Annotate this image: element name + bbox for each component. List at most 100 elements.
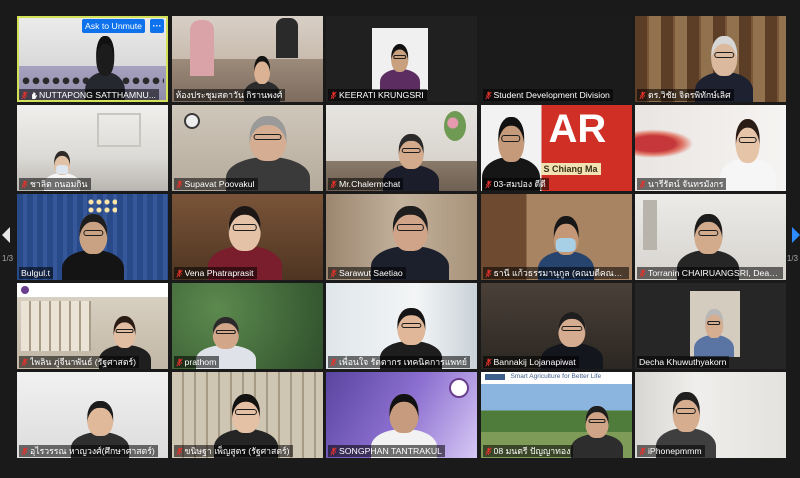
mic-off-icon: [175, 269, 183, 277]
participant-name-label: ชาลิต ถนอมกิน: [19, 178, 91, 190]
participant-head: [254, 56, 270, 84]
participant-head: [393, 206, 428, 252]
participant-tile[interactable]: Bulgul.t: [17, 194, 168, 280]
participant-tile[interactable]: ขนิษฐา เพ็ญสูตร (รัฐศาสตร์): [171, 372, 323, 458]
participant-tile[interactable]: Supavat Poovakul: [171, 105, 323, 191]
participant-name: prathom: [184, 357, 217, 367]
participant-head: [498, 117, 524, 163]
participant-tile[interactable]: ชาลิต ถนอมกิน: [17, 105, 168, 191]
participant-name: นารีรัตน์ จันทรมังกร: [648, 179, 724, 189]
participant-name-label: NUTTAPONG SATTHAMNU...: [19, 89, 159, 101]
participant-tile[interactable]: Mr.Chalermchat: [326, 105, 477, 191]
participant-name-label: Torranin CHAIRUANGSRI, Dean...: [637, 267, 783, 279]
mic-off-icon: [330, 91, 337, 99]
ask-to-unmute-button[interactable]: Ask to Unmute: [82, 19, 145, 33]
participant-name-label: iPhonepmmm: [637, 445, 705, 457]
mic-off-icon: [484, 358, 492, 366]
participant-figure: [719, 113, 776, 191]
participant-tile[interactable]: prathom: [171, 283, 323, 369]
background-sign-text: AR: [548, 107, 607, 151]
mic-off-icon: [175, 447, 183, 455]
participant-name: ขนิษฐา เพ็ญสูตร (รัฐศาสตร์): [184, 446, 290, 456]
participant-name-label: Bulgul.t: [19, 267, 53, 279]
participant-name: Supavat Poovakul: [184, 179, 255, 189]
participant-body: [62, 249, 125, 280]
participant-tile[interactable]: ธานี แก้วธรรมานุกูล (คณบดีคณพย...: [480, 194, 632, 280]
mic-off-icon: [484, 180, 492, 188]
participant-name: ห้องประชุมสดาวัน กิรานพงศ์: [175, 90, 283, 100]
participant-name: อุไรวรรณ หาญวงศ์(ศึกษาศาสตร์): [30, 446, 155, 456]
participant-tile[interactable]: ไพลิน ภู่จีนาพันธ์ (รัฐศาสตร์): [17, 283, 168, 369]
participant-name-label: Student Development Division: [482, 89, 613, 101]
chevron-left-icon[interactable]: [2, 227, 10, 243]
participant-name-label: ไพลิน ภู่จีนาพันธ์ (รัฐศาสตร์): [19, 356, 140, 368]
participant-tile[interactable]: Smart Agriculture for Better Life 08 มนตร…: [480, 372, 632, 458]
participant-tile[interactable]: ดร.วิชัย จิตรพิทักษ์เลิศ: [635, 16, 786, 102]
page-indicator-right: 1/3: [786, 254, 798, 263]
participant-name: Decha Khuwuthyakorn: [639, 357, 727, 367]
participant-name: ชาลิต ถนอมกิน: [30, 179, 88, 189]
participant-head: [391, 44, 409, 72]
mic-off-icon: [330, 269, 337, 277]
participant-name-label: 08 มนตรี ปัญญาทอง: [482, 445, 574, 457]
mic-off-icon: [21, 358, 28, 366]
participant-name-label: KEERATI KRUNGSRI: [328, 89, 427, 101]
participant-head: [735, 119, 760, 163]
participant-tile[interactable]: Sarawut Saetiao: [326, 194, 477, 280]
participant-figure: [379, 40, 420, 90]
participant-tile[interactable]: iPhonepmmm: [635, 372, 786, 458]
participant-name-label: Mr.Chalermchat: [328, 178, 404, 190]
more-options-button[interactable]: ···: [150, 19, 164, 33]
participant-head: [399, 133, 424, 169]
participant-tile[interactable]: เพื่อนใจ รัตตากร เทคนิคการแพทย์: [326, 283, 477, 369]
participant-name-label: Vena Phatraprasit: [173, 267, 257, 279]
participant-tile[interactable]: AR S Chiang Ma 03-สมปอง ดีดี: [480, 105, 632, 191]
participant-name: NUTTAPONG SATTHAMNU...: [39, 90, 156, 100]
participant-name-label: ธานี แก้วธรรมานุกูล (คณบดีคณพย...: [482, 267, 629, 279]
mic-off-icon: [484, 447, 492, 455]
participant-body: [719, 158, 776, 191]
participant-head: [249, 115, 287, 162]
video-frame: [372, 28, 428, 90]
participant-name: ดร.วิชัย จิตรพิทักษ์เลิศ: [648, 90, 731, 100]
participant-name: KEERATI KRUNGSRI: [339, 90, 424, 100]
participant-tile[interactable]: Bannakij Lojanapiwat: [480, 283, 632, 369]
chevron-right-icon[interactable]: [792, 227, 800, 243]
mic-off-icon: [639, 269, 646, 277]
participant-name: เพื่อนใจ รัตตากร เทคนิคการแพทย์: [339, 357, 467, 367]
participant-tile[interactable]: SONGPHAN TANTRAKUL: [326, 372, 477, 458]
participant-name: 03-สมปอง ดีดี: [493, 179, 546, 189]
participant-tile[interactable]: Student Development Division: [480, 16, 632, 102]
participant-tile[interactable]: Torranin CHAIRUANGSRI, Dean...: [635, 194, 786, 280]
participant-name-label: 03-สมปอง ดีดี: [482, 178, 549, 190]
participant-name-label: อุไรวรรณ หาญวงศ์(ศึกษาศาสตร์): [19, 445, 158, 457]
participant-tile[interactable]: อุไรวรรณ หาญวงศ์(ศึกษาศาสตร์): [17, 372, 168, 458]
participant-name: ธานี แก้วธรรมานุกูล (คณบดีคณพย...: [493, 268, 626, 278]
participant-tile[interactable]: Ask to Unmute ··· NUTTAPONG SATTHAMNU...: [17, 16, 168, 102]
participant-head: [705, 309, 723, 339]
participant-figure: [62, 208, 125, 280]
participant-name-label: นารีรัตน์ จันทรมังกร: [637, 178, 727, 190]
participant-name: Vena Phatraprasit: [184, 268, 254, 278]
participant-head: [694, 213, 722, 255]
mic-off-icon: [639, 91, 646, 99]
participant-head: [79, 213, 107, 255]
participant-head: [212, 317, 239, 349]
participant-tile[interactable]: KEERATI KRUNGSRI: [326, 16, 477, 102]
participant-head: [54, 150, 71, 176]
mic-off-icon: [21, 447, 28, 455]
participant-tile[interactable]: Decha Khuwuthyakorn: [635, 283, 786, 369]
participant-name: Bannakij Lojanapiwat: [493, 357, 576, 367]
participant-name: ไพลิน ภู่จีนาพันธ์ (รัฐศาสตร์): [30, 357, 137, 367]
mic-off-icon: [330, 180, 337, 188]
participant-name: SONGPHAN TANTRAKUL: [339, 446, 442, 456]
participant-name-label: Decha Khuwuthyakorn: [637, 356, 730, 368]
participant-tile[interactable]: นารีรัตน์ จันทรมังกร: [635, 105, 786, 191]
participant-head: [87, 400, 114, 436]
participant-tile[interactable]: ห้องประชุมสดาวัน กิรานพงศ์: [171, 16, 323, 102]
participant-tile[interactable]: Vena Phatraprasit: [171, 194, 323, 280]
participant-name-label: Bannakij Lojanapiwat: [482, 356, 579, 368]
mic-off-icon: [175, 358, 183, 366]
raised-hand-icon: [32, 91, 37, 99]
participant-name-label: ห้องประชุมสดาวัน กิรานพงศ์: [173, 89, 286, 101]
